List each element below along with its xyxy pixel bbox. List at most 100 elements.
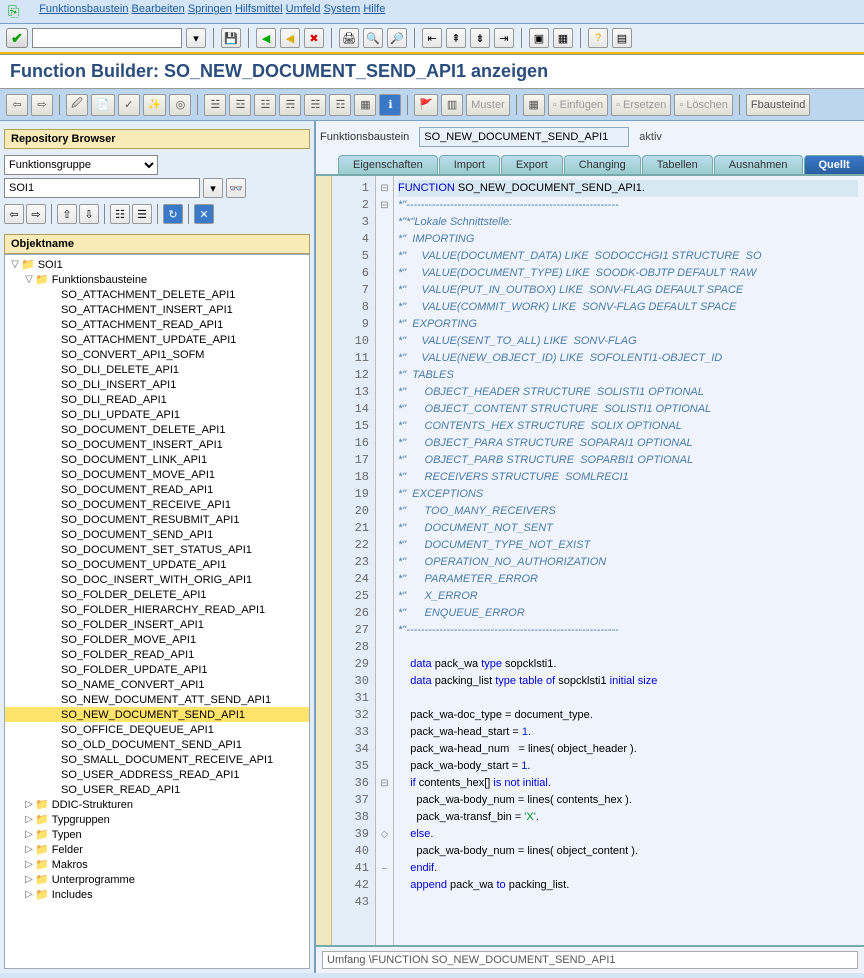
- tree-expand-button[interactable]: ☷: [110, 204, 130, 224]
- first-page-icon[interactable]: ⇤: [422, 28, 442, 48]
- tb-btn-8[interactable]: ☳: [254, 94, 276, 116]
- tree-prev-button[interactable]: ⇦: [4, 204, 24, 224]
- back-icon[interactable]: ◀: [256, 28, 276, 48]
- object-tree[interactable]: ▽📁SOI1 ▽📁Funktionsbausteine SO_ATTACHMEN…: [4, 254, 310, 969]
- insert-button[interactable]: ▫ Einfügen: [548, 94, 608, 116]
- pattern-button[interactable]: Muster: [466, 94, 510, 116]
- tab-eigenschaften[interactable]: Eigenschaften: [338, 155, 438, 174]
- tree-item[interactable]: SO_DOCUMENT_INSERT_API1: [5, 437, 309, 452]
- tree-item[interactable]: SO_FOLDER_INSERT_API1: [5, 617, 309, 632]
- tree-item[interactable]: SO_DLI_READ_API1: [5, 392, 309, 407]
- menu-springen[interactable]: Springen: [188, 3, 232, 15]
- menu-umfeld[interactable]: Umfeld: [286, 3, 321, 15]
- tree-folder[interactable]: ▷📁Felder: [5, 842, 309, 857]
- tree-item[interactable]: SO_DOCUMENT_READ_API1: [5, 482, 309, 497]
- tree-item[interactable]: SO_FOLDER_MOVE_API1: [5, 632, 309, 647]
- tree-item[interactable]: SO_NEW_DOCUMENT_ATT_SEND_API1: [5, 692, 309, 707]
- fb-name-input[interactable]: [419, 127, 629, 147]
- display-toggle-button[interactable]: 🖉: [66, 94, 88, 116]
- find-icon[interactable]: 🔍: [363, 28, 383, 48]
- tree-up-button[interactable]: ⇧: [57, 204, 77, 224]
- tree-item[interactable]: SO_DOCUMENT_MOVE_API1: [5, 467, 309, 482]
- tree-folder[interactable]: ▷📁Includes: [5, 887, 309, 902]
- tb-btn-10[interactable]: ☵: [304, 94, 326, 116]
- tree-item[interactable]: SO_FOLDER_UPDATE_API1: [5, 662, 309, 677]
- help-icon[interactable]: ?: [588, 28, 608, 48]
- tree-item[interactable]: SO_DLI_DELETE_API1: [5, 362, 309, 377]
- tab-ausnahmen[interactable]: Ausnahmen: [714, 155, 803, 174]
- tab-changing[interactable]: Changing: [564, 155, 641, 174]
- delete-button[interactable]: ▫ Löschen: [674, 94, 733, 116]
- tree-collapse-button[interactable]: ☰: [132, 204, 152, 224]
- save-icon[interactable]: 💾: [221, 28, 241, 48]
- tree-item[interactable]: SO_DOCUMENT_UPDATE_API1: [5, 557, 309, 572]
- tree-item[interactable]: SO_USER_ADDRESS_READ_API1: [5, 767, 309, 782]
- tree-folder[interactable]: ▷📁Typgruppen: [5, 812, 309, 827]
- new-session-icon[interactable]: ▣: [529, 28, 549, 48]
- tree-item[interactable]: SO_OFFICE_DEQUEUE_API1: [5, 722, 309, 737]
- last-page-icon[interactable]: ⇥: [494, 28, 514, 48]
- menu-funktionsbaustein[interactable]: Funktionsbaustein: [39, 3, 128, 15]
- object-name-input[interactable]: [4, 178, 200, 198]
- tree-folder[interactable]: ▷📁DDIC-Strukturen: [5, 797, 309, 812]
- tab-import[interactable]: Import: [439, 155, 500, 174]
- cancel-icon[interactable]: ✖: [304, 28, 324, 48]
- next-object-button[interactable]: ⇨: [31, 94, 53, 116]
- code-editor[interactable]: FUNCTION SO_NEW_DOCUMENT_SEND_API1. *"--…: [394, 176, 864, 945]
- dropdown-button[interactable]: ▾: [186, 28, 206, 48]
- tree-item[interactable]: SO_DOCUMENT_RECEIVE_API1: [5, 497, 309, 512]
- tree-item[interactable]: SO_FOLDER_HIERARCHY_READ_API1: [5, 602, 309, 617]
- tree-item[interactable]: SO_DOCUMENT_SET_STATUS_API1: [5, 542, 309, 557]
- tree-folder[interactable]: ▷📁Unterprogramme: [5, 872, 309, 887]
- command-field[interactable]: [32, 28, 182, 48]
- tab-tabellen[interactable]: Tabellen: [642, 155, 713, 174]
- find-next-icon[interactable]: 🔎: [387, 28, 407, 48]
- tree-item[interactable]: SO_DOC_INSERT_WITH_ORIG_API1: [5, 572, 309, 587]
- tab-export[interactable]: Export: [501, 155, 563, 174]
- tree-item[interactable]: SO_DOCUMENT_DELETE_API1: [5, 422, 309, 437]
- prev-page-icon[interactable]: ⇞: [446, 28, 466, 48]
- enter-button[interactable]: ✔: [6, 28, 28, 48]
- info-button[interactable]: ℹ: [379, 94, 401, 116]
- tree-item[interactable]: SO_ATTACHMENT_INSERT_API1: [5, 302, 309, 317]
- shortcut-icon[interactable]: ▦: [553, 28, 573, 48]
- test-button[interactable]: ◎: [169, 94, 191, 116]
- other-object-button[interactable]: 📄: [91, 94, 115, 116]
- tree-item[interactable]: SO_SMALL_DOCUMENT_RECEIVE_API1: [5, 752, 309, 767]
- menu-system[interactable]: System: [324, 3, 361, 15]
- print-icon[interactable]: 🖨: [339, 28, 359, 48]
- tb-btn-9[interactable]: ☴: [279, 94, 301, 116]
- tree-item[interactable]: SO_OLD_DOCUMENT_SEND_API1: [5, 737, 309, 752]
- dropdown-button[interactable]: ▾: [203, 178, 223, 198]
- tree-item[interactable]: SO_FOLDER_DELETE_API1: [5, 587, 309, 602]
- tree-down-button[interactable]: ⇩: [79, 204, 99, 224]
- tree-item[interactable]: SO_DLI_UPDATE_API1: [5, 407, 309, 422]
- object-type-select[interactable]: Funktionsgruppe: [4, 155, 158, 175]
- tree-item[interactable]: SO_DOCUMENT_SEND_API1: [5, 527, 309, 542]
- tree-refresh-button[interactable]: ↻: [163, 204, 183, 224]
- tree-fb-folder[interactable]: ▽📁Funktionsbausteine: [5, 272, 309, 287]
- tree-item[interactable]: SO_FOLDER_READ_API1: [5, 647, 309, 662]
- replace-button[interactable]: ▫ Ersetzen: [611, 94, 671, 116]
- tb-btn-12[interactable]: ▦: [354, 94, 376, 116]
- check-button[interactable]: ✓: [118, 94, 140, 116]
- prev-object-button[interactable]: ⇦: [6, 94, 28, 116]
- breakpoint-button[interactable]: 🚩: [414, 94, 438, 116]
- where-used-button[interactable]: ☱: [204, 94, 226, 116]
- tree-item[interactable]: SO_DLI_INSERT_API1: [5, 377, 309, 392]
- display-button[interactable]: 👓: [226, 178, 246, 198]
- tree-root[interactable]: ▽📁SOI1: [5, 257, 309, 272]
- menu-hilfsmittel[interactable]: Hilfsmittel: [235, 3, 283, 15]
- tree-folder[interactable]: ▷📁Makros: [5, 857, 309, 872]
- tree-item[interactable]: SO_NEW_DOCUMENT_SEND_API1: [5, 707, 309, 722]
- layout-icon[interactable]: ▤: [612, 28, 632, 48]
- exit-icon[interactable]: ◀: [280, 28, 300, 48]
- tree-next-button[interactable]: ⇨: [26, 204, 46, 224]
- menu-bearbeiten[interactable]: Bearbeiten: [132, 3, 185, 15]
- menu-hilfe[interactable]: Hilfe: [363, 3, 385, 15]
- tb-btn-15[interactable]: ▦: [523, 94, 545, 116]
- activate-button[interactable]: ✨: [143, 94, 167, 116]
- tree-close-button[interactable]: ✕: [194, 204, 214, 224]
- tree-item[interactable]: SO_DOCUMENT_RESUBMIT_API1: [5, 512, 309, 527]
- tab-quellt[interactable]: Quellt: [804, 155, 864, 174]
